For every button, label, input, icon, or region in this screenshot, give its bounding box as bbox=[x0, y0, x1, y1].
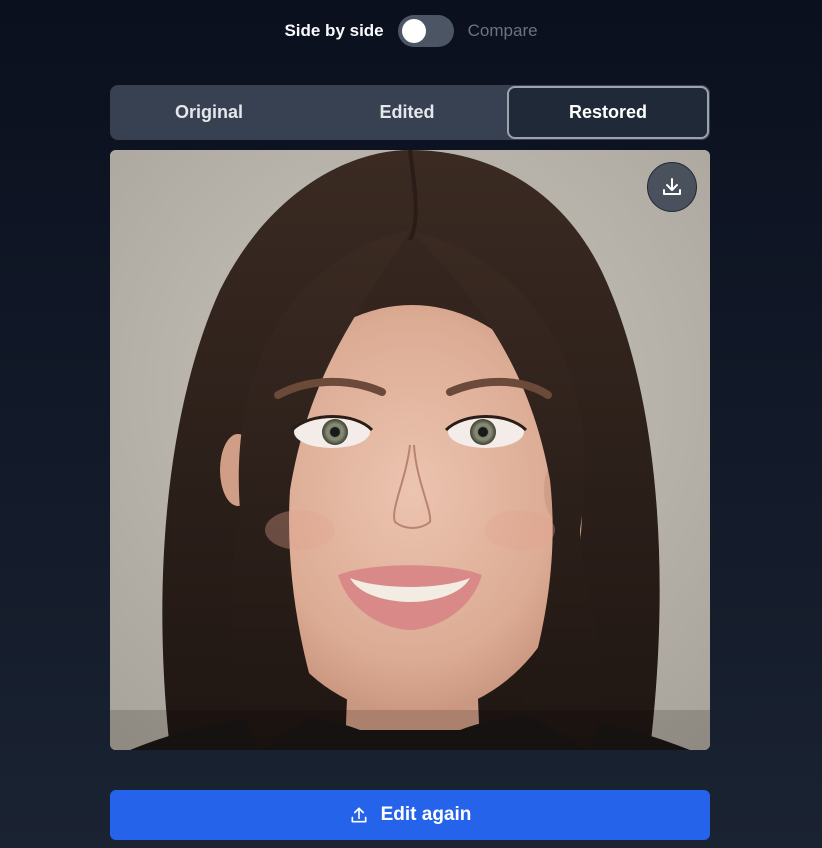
download-button[interactable] bbox=[647, 162, 697, 212]
view-mode-toggle: Side by side Compare bbox=[0, 14, 822, 48]
compare-label: Compare bbox=[467, 21, 538, 40]
tab-restored[interactable]: Restored bbox=[507, 86, 709, 139]
view-mode-switch[interactable] bbox=[397, 15, 454, 47]
tab-original[interactable]: Original bbox=[110, 85, 308, 140]
restored-image bbox=[110, 150, 710, 750]
upload-icon bbox=[351, 807, 367, 823]
tab-edited[interactable]: Edited bbox=[308, 85, 506, 140]
side-by-side-label: Side by side bbox=[284, 21, 384, 40]
portrait-image bbox=[110, 150, 710, 750]
image-version-tabs: Original Edited Restored bbox=[110, 85, 710, 140]
edit-again-button[interactable]: Edit again bbox=[110, 790, 710, 840]
edit-again-label: Edit again bbox=[380, 804, 472, 825]
download-icon bbox=[663, 178, 681, 195]
switch-knob bbox=[401, 19, 426, 43]
